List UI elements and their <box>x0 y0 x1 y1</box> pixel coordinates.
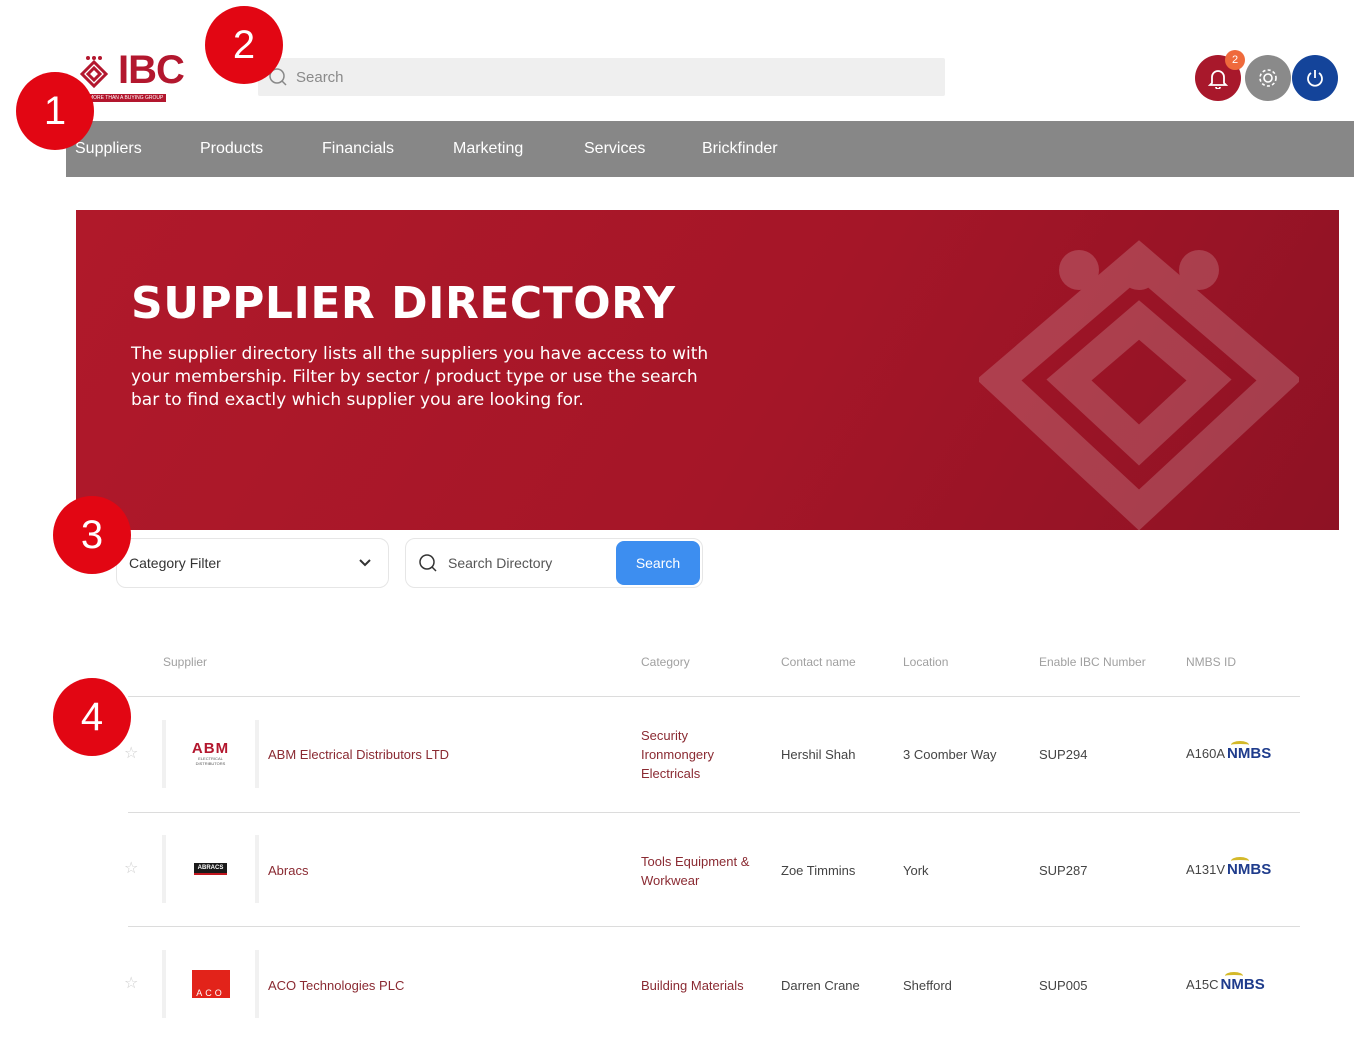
hero-banner: SUPPLIER DIRECTORY The supplier director… <box>76 210 1339 530</box>
nmbs-id-value: A131V <box>1186 862 1226 877</box>
global-search[interactable] <box>258 58 945 96</box>
ibc-watermark-icon <box>979 240 1299 530</box>
search-icon <box>419 554 437 572</box>
ibc-number: SUP005 <box>1039 978 1088 993</box>
header-location[interactable]: Location <box>903 655 948 669</box>
nmbs-logo: NMBS <box>1220 972 1265 993</box>
settings-button[interactable] <box>1245 55 1291 101</box>
nmbs-id: A131V NMBS <box>1186 857 1272 878</box>
header-nmbs-id[interactable]: NMBS ID <box>1186 655 1236 669</box>
ibc-number: SUP294 <box>1039 747 1088 762</box>
directory-search-input[interactable] <box>448 555 608 571</box>
nmbs-id: A160A NMBS <box>1186 741 1272 762</box>
contact-name: Zoe Timmins <box>781 863 856 878</box>
header-category[interactable]: Category <box>641 655 690 669</box>
table-divider <box>128 926 1300 927</box>
page-description: The supplier directory lists all the sup… <box>131 344 709 410</box>
abm-logo-sub: ELECTRICAL DISTRIBUTORS <box>195 756 226 766</box>
supplier-name-link[interactable]: Abracs <box>268 863 308 878</box>
ibc-logo[interactable]: IBC MORE THAN A BUYING GROUP <box>76 48 196 104</box>
contact-name: Hershil Shah <box>781 747 856 762</box>
location: Shefford <box>903 978 952 993</box>
nav-brickfinder[interactable]: Brickfinder <box>702 140 778 158</box>
nav-marketing[interactable]: Marketing <box>453 140 523 158</box>
supplier-logo: ACO <box>162 950 259 1018</box>
contact-name: Darren Crane <box>781 978 860 993</box>
bell-icon <box>1207 70 1229 89</box>
logo-text: IBC <box>118 48 185 92</box>
nav-suppliers[interactable]: Suppliers <box>75 140 142 158</box>
supplier-logo: ABM ELECTRICAL DISTRIBUTORS <box>162 720 259 788</box>
category-filter-label: Category Filter <box>129 555 221 571</box>
supplier-logo: ABRACS <box>162 835 259 903</box>
logo-tagline: MORE THAN A BUYING GROUP <box>86 94 167 102</box>
callout-1: 1 <box>16 72 94 150</box>
aco-logo: ACO <box>191 970 230 998</box>
nmbs-id-value: A160A <box>1186 746 1226 761</box>
location: 3 Coomber Way <box>903 747 997 762</box>
abracs-logo-text: ABRACS <box>193 863 228 875</box>
category-link[interactable]: Building Materials <box>641 976 744 995</box>
search-input[interactable] <box>296 68 896 86</box>
nav-products[interactable]: Products <box>200 140 263 158</box>
header-contact-name[interactable]: Contact name <box>781 655 856 669</box>
favourite-star-icon[interactable]: ☆ <box>124 743 138 762</box>
abm-logo-text: ABM <box>191 740 230 757</box>
callout-4: 4 <box>53 678 131 756</box>
nmbs-logo: NMBS <box>1227 741 1272 762</box>
table-divider <box>128 812 1300 813</box>
chevron-down-icon <box>359 559 371 567</box>
supplier-name-link[interactable]: ACO Technologies PLC <box>268 978 404 993</box>
search-button[interactable]: Search <box>616 541 700 585</box>
power-icon <box>1307 70 1323 87</box>
table-divider <box>128 696 1300 697</box>
category-link[interactable]: Ironmongery <box>641 745 714 764</box>
ibc-number: SUP287 <box>1039 863 1088 878</box>
callout-2: 2 <box>205 6 283 84</box>
category-link[interactable]: Security <box>641 726 714 745</box>
notification-count-badge: 2 <box>1225 50 1245 70</box>
category-link[interactable]: Electricals <box>641 764 714 783</box>
category-link[interactable]: Tools Equipment & <box>641 852 749 871</box>
favourite-star-icon[interactable]: ☆ <box>124 858 138 877</box>
favourite-star-icon[interactable]: ☆ <box>124 973 138 992</box>
nmbs-logo: NMBS <box>1227 857 1272 878</box>
aco-logo-text: ACO <box>196 988 225 998</box>
header-ibc-number[interactable]: Enable IBC Number <box>1039 655 1146 669</box>
category-filter-select[interactable]: Category Filter <box>116 538 389 588</box>
logout-button[interactable] <box>1292 55 1338 101</box>
header-supplier[interactable]: Supplier <box>163 655 207 669</box>
nav-financials[interactable]: Financials <box>322 140 394 158</box>
supplier-name-link[interactable]: ABM Electrical Distributors LTD <box>268 747 449 762</box>
gear-icon <box>1259 69 1277 87</box>
callout-3: 3 <box>53 496 131 574</box>
location: York <box>903 863 929 878</box>
nmbs-id-value: A15C <box>1186 977 1219 992</box>
main-nav: Suppliers Products Financials Marketing … <box>66 121 1354 177</box>
nav-services[interactable]: Services <box>584 140 645 158</box>
category-link[interactable]: Workwear <box>641 871 749 890</box>
page-title: SUPPLIER DIRECTORY <box>131 278 676 329</box>
nmbs-id: A15C NMBS <box>1186 972 1265 993</box>
